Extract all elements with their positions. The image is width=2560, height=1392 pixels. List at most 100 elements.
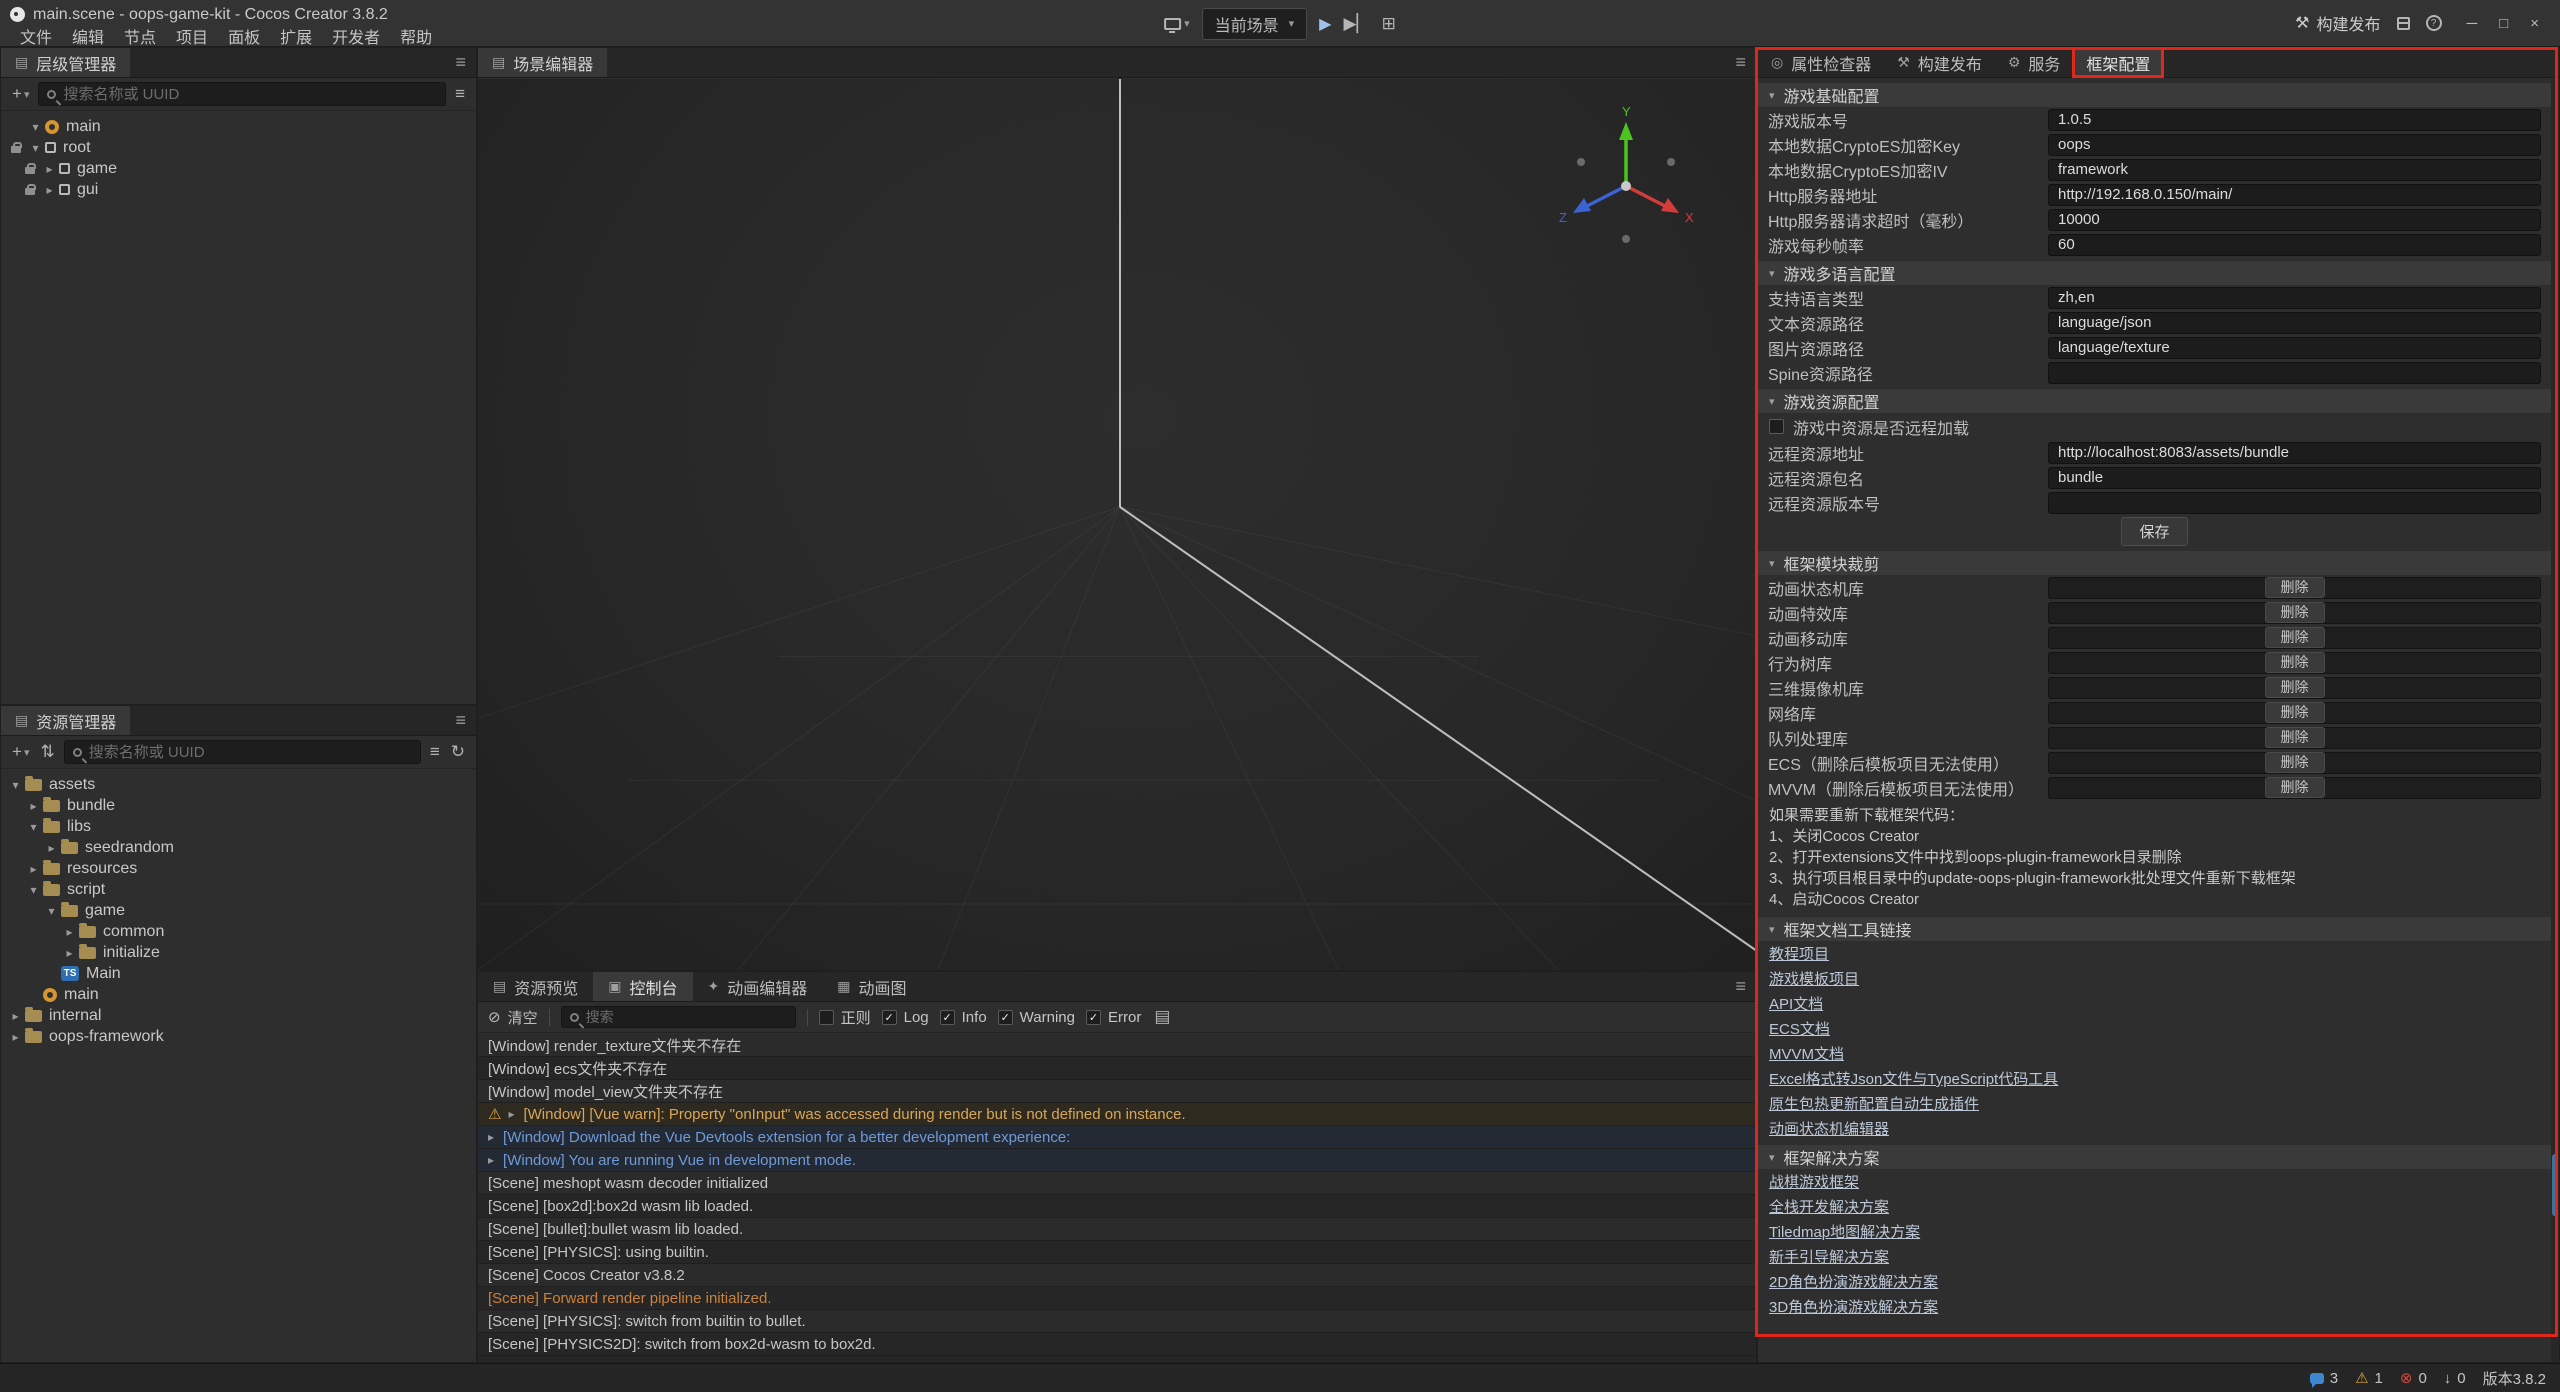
delete-module-button[interactable]: 删除	[2265, 652, 2325, 673]
asset-node[interactable]: ▾ game	[1, 900, 476, 921]
menu-item[interactable]: 扩展	[270, 24, 322, 48]
error-checkbox[interactable]	[1086, 1010, 1101, 1025]
regex-toggle[interactable]: 正则	[819, 1007, 871, 1028]
warning-count[interactable]: ⚠ 1	[2355, 1369, 2383, 1387]
lock-icon[interactable]	[21, 164, 39, 174]
asset-node[interactable]: ▸ common	[1, 921, 476, 942]
expand-arrow-icon[interactable]: ▾	[25, 820, 42, 834]
asset-node[interactable]: main	[1, 984, 476, 1005]
sort-icon[interactable]: ⇅	[38, 742, 56, 762]
build-publish-button[interactable]: ⚒ 构建发布	[2295, 11, 2380, 35]
error-count[interactable]: ⊗ 0	[2400, 1369, 2427, 1387]
assets-search[interactable]	[64, 740, 421, 764]
tab-asset-preview[interactable]: ▤ 资源预览	[478, 972, 593, 1001]
asset-node[interactable]: ▸ internal	[1, 1005, 476, 1026]
property-input[interactable]	[2048, 134, 2541, 156]
filter-icon[interactable]: ≡	[428, 742, 442, 762]
asset-node[interactable]: ▾ assets	[1, 774, 476, 795]
warning-checkbox[interactable]	[998, 1010, 1013, 1025]
solution-link[interactable]: 全栈开发解决方案	[1769, 1196, 1889, 1217]
log-row[interactable]: ⚠ ▸ [Window] ecs文件夹不存在	[478, 1057, 1756, 1080]
asset-node[interactable]: ▸ seedrandom	[1, 837, 476, 858]
step-button[interactable]: ▶▏	[1343, 14, 1369, 34]
menu-item[interactable]: 文件	[10, 24, 62, 48]
section-basic-config[interactable]: ▾ 游戏基础配置	[1758, 83, 2551, 107]
filter-info[interactable]: Info	[940, 1009, 987, 1026]
log-row[interactable]: ⚠ ▸ [Window] Download the Vue Devtools e…	[478, 1126, 1756, 1149]
property-input[interactable]	[2048, 184, 2541, 206]
minimize-button[interactable]: ─	[2458, 15, 2487, 32]
delete-module-button[interactable]: 删除	[2265, 627, 2325, 648]
log-row[interactable]: ⚠ ▸ [Scene] [box2d]:box2d wasm lib loade…	[478, 1195, 1756, 1218]
property-input[interactable]	[2048, 337, 2541, 359]
panel-menu-icon[interactable]: ≡	[455, 710, 466, 731]
close-button[interactable]: ×	[2521, 15, 2548, 32]
expand-arrow-icon[interactable]: ▾	[7, 778, 24, 792]
menu-item[interactable]: 节点	[114, 24, 166, 48]
expand-arrow-icon[interactable]: ▾	[27, 120, 44, 134]
console-search[interactable]	[561, 1006, 796, 1028]
tab-hierarchy[interactable]: ▤ 层级管理器	[1, 48, 130, 77]
doc-link[interactable]: 教程项目	[1769, 943, 1829, 964]
expand-arrow-icon[interactable]: ▾	[43, 904, 60, 918]
delete-module-button[interactable]: 删除	[2265, 577, 2325, 598]
property-input[interactable]	[2048, 442, 2541, 464]
expand-arrow-icon[interactable]: ▸	[41, 183, 58, 197]
save-button[interactable]: 保存	[2121, 517, 2187, 546]
download-count[interactable]: ↓ 0	[2444, 1370, 2466, 1387]
section-resource-config[interactable]: ▾ 游戏资源配置	[1758, 389, 2551, 413]
property-input[interactable]	[2048, 159, 2541, 181]
remote-load-checkbox[interactable]	[1769, 419, 1784, 434]
doc-link[interactable]: 游戏模板项目	[1769, 968, 1859, 989]
section-language-config[interactable]: ▾ 游戏多语言配置	[1758, 261, 2551, 285]
panel-menu-icon[interactable]: ≡	[1735, 52, 1746, 73]
filter-error[interactable]: Error	[1086, 1009, 1141, 1026]
create-asset-button[interactable]: +▾	[10, 742, 31, 762]
asset-node[interactable]: Main	[1, 963, 476, 984]
expand-arrow-icon[interactable]: ▸	[25, 799, 42, 813]
property-input[interactable]	[2048, 312, 2541, 334]
doc-link[interactable]: ECS文档	[1769, 1018, 1830, 1039]
solution-link[interactable]: 新手引导解决方案	[1769, 1246, 1889, 1267]
help-icon[interactable]: ?	[2426, 15, 2442, 31]
message-count[interactable]: 3	[2310, 1370, 2338, 1387]
log-row[interactable]: ⚠ ▸ [Scene] [PHYSICS2D]: switch from box…	[478, 1333, 1756, 1356]
tab-scene-editor[interactable]: ▤ 场景编辑器	[478, 48, 607, 77]
expand-arrow-icon[interactable]: ▸	[61, 946, 78, 960]
log-row[interactable]: ⚠ ▸ [Scene] [PHYSICS]: using builtin.	[478, 1241, 1756, 1264]
expand-arrow-icon[interactable]: ▸	[25, 862, 42, 876]
expand-arrow-icon[interactable]: ▸	[43, 841, 60, 855]
console-search-input[interactable]	[586, 1009, 787, 1025]
hierarchy-node[interactable]: ▾ root	[1, 137, 476, 158]
section-doc-links[interactable]: ▾ 框架文档工具链接	[1758, 917, 2551, 941]
doc-link[interactable]: 动画状态机编辑器	[1769, 1118, 1889, 1139]
delete-module-button[interactable]: 删除	[2265, 702, 2325, 723]
doc-link[interactable]: 原生包热更新配置自动生成插件	[1769, 1093, 1979, 1114]
doc-link[interactable]: MVVM文档	[1769, 1043, 1844, 1064]
expand-arrow-icon[interactable]: ▾	[27, 141, 44, 155]
panel-menu-icon[interactable]: ≡	[455, 52, 466, 73]
tab-build-publish[interactable]: ⚒ 构建发布	[1884, 48, 1995, 77]
assets-search-input[interactable]	[89, 744, 412, 761]
log-row[interactable]: ⚠ ▸ [Window] render_texture文件夹不存在	[478, 1034, 1756, 1057]
asset-node[interactable]: ▸ resources	[1, 858, 476, 879]
log-checkbox[interactable]	[882, 1010, 897, 1025]
expand-arrow-icon[interactable]: ▸	[41, 162, 58, 176]
hierarchy-node[interactable]: ▾ main	[1, 116, 476, 137]
delete-module-button[interactable]: 删除	[2265, 727, 2325, 748]
log-row[interactable]: ⚠ ▸ [Window] model_view文件夹不存在	[478, 1080, 1756, 1103]
hierarchy-search[interactable]	[38, 82, 446, 106]
asset-node[interactable]: ▸ initialize	[1, 942, 476, 963]
property-input[interactable]	[2048, 234, 2541, 256]
asset-node[interactable]: ▾ libs	[1, 816, 476, 837]
log-row[interactable]: ⚠ ▸ [Window] [Vue warn]: Property "onInp…	[478, 1103, 1756, 1126]
property-input[interactable]	[2048, 492, 2541, 514]
regex-checkbox[interactable]	[819, 1010, 834, 1025]
doc-link[interactable]: API文档	[1769, 993, 1823, 1014]
expand-arrow-icon[interactable]: ▾	[25, 883, 42, 897]
tab-console[interactable]: ▣ 控制台	[593, 972, 692, 1001]
property-input[interactable]	[2048, 467, 2541, 489]
delete-module-button[interactable]: 删除	[2265, 777, 2325, 798]
tab-framework-config[interactable]: 框架配置	[2073, 48, 2163, 77]
maximize-button[interactable]: □	[2490, 15, 2517, 32]
